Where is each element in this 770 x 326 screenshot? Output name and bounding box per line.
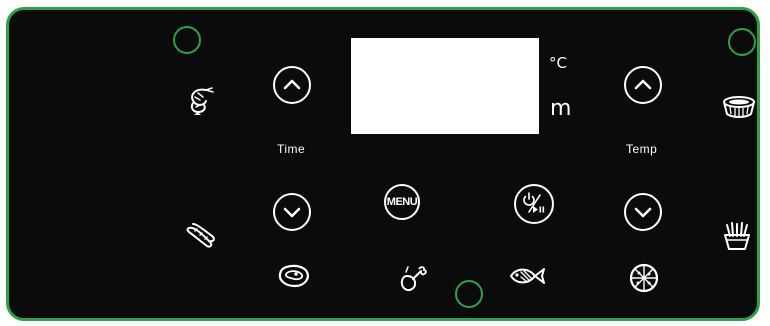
menu-button[interactable]: MENU <box>384 184 420 220</box>
time-label: Time <box>277 142 306 156</box>
temp-label: Temp <box>626 142 658 156</box>
preset-pizza[interactable] <box>627 262 661 293</box>
preset-fish[interactable] <box>508 263 545 293</box>
control-panel: °C m Time Temp MENU <box>6 7 760 321</box>
preset-fries[interactable] <box>721 221 755 251</box>
preset-steak[interactable] <box>275 262 309 292</box>
steak-icon <box>278 264 309 288</box>
time-up-button[interactable] <box>273 66 311 104</box>
cake-icon <box>723 96 755 118</box>
mount-ring-bottom <box>455 280 483 308</box>
shrimp-icon <box>190 87 214 115</box>
power-play-pause-icon <box>523 192 545 213</box>
preset-shrimp[interactable] <box>184 86 218 116</box>
temp-up-button[interactable] <box>624 66 662 104</box>
preset-sausage[interactable] <box>184 220 218 250</box>
chevron-up-icon <box>283 79 301 90</box>
chevron-down-icon <box>283 207 301 218</box>
lcd-display <box>351 38 539 134</box>
chicken-leg-icon <box>400 266 427 292</box>
sausage-icon <box>186 223 215 248</box>
time-down-button[interactable] <box>273 193 311 231</box>
fries-icon <box>724 222 750 250</box>
time-unit-label: m <box>550 96 572 121</box>
fish-icon <box>509 268 545 284</box>
pizza-icon <box>629 263 659 293</box>
preset-cake[interactable] <box>721 94 755 124</box>
temp-down-button[interactable] <box>624 193 662 231</box>
preset-chicken-leg[interactable] <box>397 264 431 294</box>
power-start-pause-button[interactable] <box>514 184 554 224</box>
mount-ring-top-right <box>728 28 756 56</box>
mount-ring-top-left <box>173 26 201 54</box>
chevron-down-icon <box>634 207 652 218</box>
chevron-up-icon <box>634 79 652 90</box>
temp-unit-label: °C <box>549 54 567 72</box>
